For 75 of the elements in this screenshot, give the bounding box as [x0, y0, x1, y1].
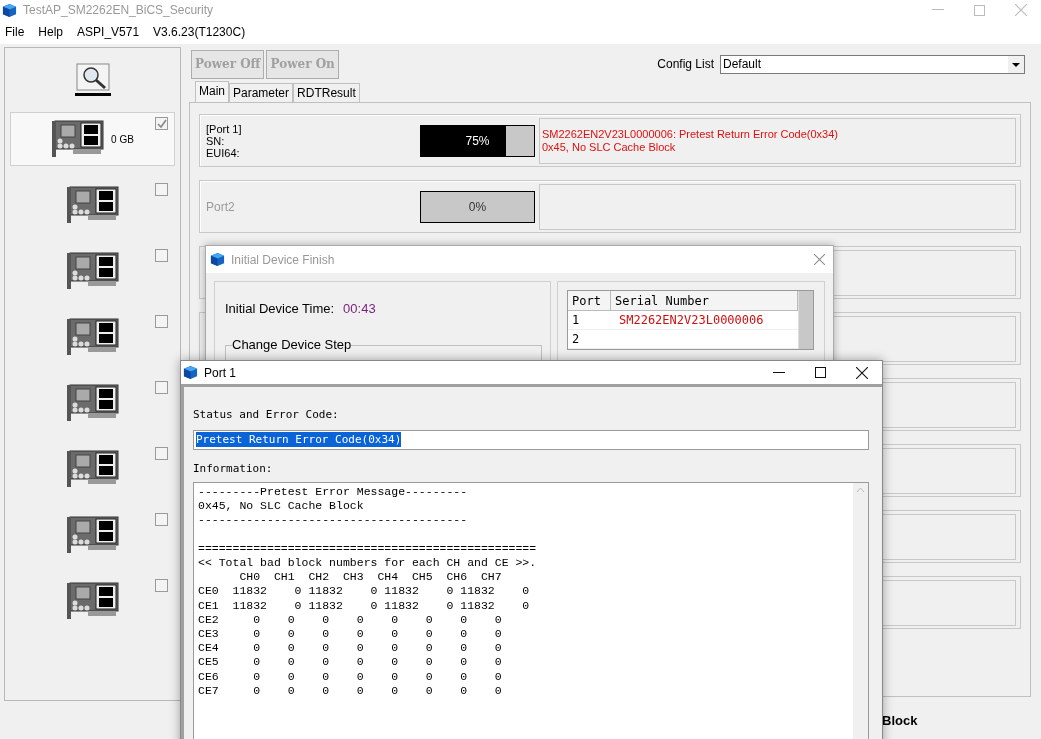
menu-item[interactable]: ASPI_V571 — [77, 23, 140, 41]
cube-icon — [210, 252, 225, 267]
info-line: CE5 0 0 0 0 0 0 0 0 — [198, 655, 503, 670]
device-slot[interactable]: 0 GB — [10, 112, 175, 166]
menu-item[interactable]: V3.6.23(T1230C) — [153, 23, 246, 41]
cube-icon — [2, 2, 17, 18]
table-cell-text: SM2262EN2V23L0000006 — [618, 312, 765, 329]
info-line: 0x45, No SLC Cache Block — [198, 499, 365, 514]
status-field[interactable]: Pretest Return Error Code(0x34) — [193, 429, 869, 450]
search-icon[interactable] — [72, 62, 113, 98]
expansion-card-icon — [65, 383, 120, 423]
window-title: TestAP_SM2262EN_BiCS_Security — [23, 2, 215, 19]
status-label: Status and Error Code: — [193, 407, 340, 423]
info-line: CE3 0 0 0 0 0 0 0 0 — [198, 627, 503, 642]
checkbox[interactable] — [155, 249, 168, 262]
error-message: 0x45, No SLC Cache Block — [542, 140, 677, 154]
cube-icon — [183, 365, 198, 380]
info-line: CE4 0 0 0 0 0 0 0 0 — [198, 641, 503, 656]
menu-item[interactable]: File — [5, 23, 25, 41]
port-label: Port2 — [206, 200, 236, 213]
column-header: Serial Number — [611, 291, 798, 310]
minimize-icon[interactable] — [773, 371, 785, 374]
check-icon — [156, 118, 167, 129]
info-line: ================================================= — [198, 541, 538, 556]
checkbox[interactable] — [155, 381, 168, 394]
info-line: << Total bad block numbers for each CH and CE >>. — [198, 556, 538, 571]
dialog-title: Port 1 — [204, 364, 237, 382]
tab[interactable]: Parameter — [229, 83, 294, 102]
status-text: Block — [882, 712, 918, 730]
capacity-label: 0 GB — [111, 132, 134, 147]
port-label: EUI64: — [206, 146, 241, 159]
error-message: SM2262EN2V23L0000006: Pretest Return Error Code(0x34) — [542, 127, 839, 141]
table-cell-text: 1 — [571, 312, 581, 329]
config-label: Config List — [657, 56, 714, 73]
info-text-area[interactable] — [193, 482, 869, 739]
time-label: Initial Device Time: — [225, 300, 335, 318]
info-line: --------------------------------------- — [198, 513, 469, 528]
info-line: CE6 0 0 0 0 0 0 0 0 — [198, 669, 503, 684]
scroll-up-icon[interactable] — [856, 487, 865, 493]
checkbox[interactable] — [155, 117, 168, 130]
scrollbar[interactable] — [853, 483, 868, 739]
port-label: [Port 1] — [206, 122, 243, 135]
expansion-card-icon — [65, 515, 120, 555]
info-label: Information: — [193, 460, 274, 477]
column-header: Port — [568, 291, 611, 310]
menu-item[interactable]: Help — [38, 23, 64, 41]
progress-reading: 75% — [464, 132, 491, 150]
config-dropdown[interactable]: Default — [720, 54, 1025, 74]
port-label: SN: — [206, 134, 225, 147]
checkbox[interactable] — [155, 513, 168, 526]
info-line: CH0 CH1 CH2 CH3 CH4 CH5 CH6 CH7 — [238, 570, 503, 585]
expansion-card-icon — [65, 317, 120, 357]
info-line: CE1 11832 0 11832 0 11832 0 11832 0 — [198, 598, 531, 613]
maximize-icon[interactable] — [815, 367, 826, 378]
info-line: CE0 11832 0 11832 0 11832 0 11832 0 — [198, 584, 531, 599]
expansion-card-icon — [65, 581, 120, 621]
expansion-card-icon — [65, 185, 120, 225]
tab[interactable]: RDTResult — [293, 83, 360, 102]
close-icon[interactable] — [856, 366, 868, 379]
checkbox[interactable] — [155, 447, 168, 460]
info-line: CE7 0 0 0 0 0 0 0 0 — [198, 683, 503, 699]
expansion-card-icon — [51, 119, 106, 159]
info-line: CE2 0 0 0 0 0 0 0 0 — [198, 612, 503, 627]
table-cell-text: 2 — [571, 331, 581, 348]
tab[interactable]: Main — [195, 81, 229, 102]
time-value: 00:43 — [343, 300, 376, 318]
expansion-card-icon — [65, 449, 120, 489]
checkbox[interactable] — [155, 315, 168, 328]
expansion-card-icon — [65, 251, 120, 291]
info-line: ---------Pretest Error Message--------- — [198, 485, 469, 500]
checkbox[interactable] — [155, 183, 168, 196]
scrollbar[interactable] — [798, 291, 813, 349]
dialog-title: Initial Device Finish — [231, 251, 336, 269]
checkbox[interactable] — [155, 579, 168, 592]
progress-reading: 0% — [467, 198, 488, 216]
